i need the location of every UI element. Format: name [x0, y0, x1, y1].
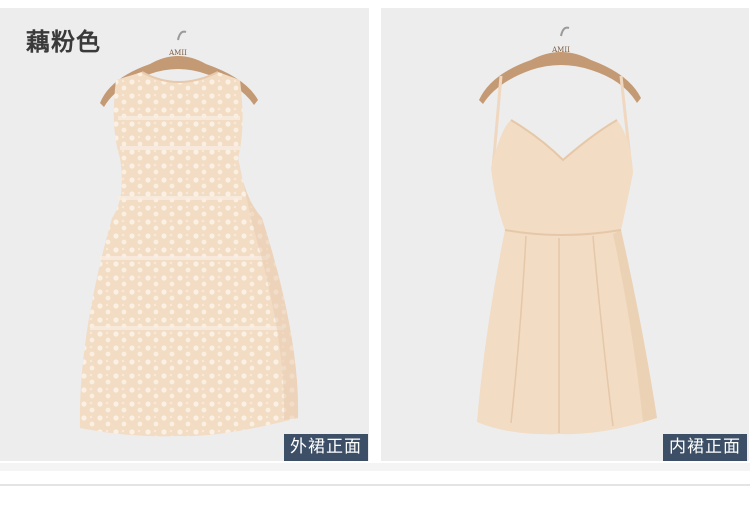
outer-lace-dress-icon: AMII	[79, 30, 299, 437]
outer-dress-caption: 外裙正面	[284, 434, 368, 461]
divider	[0, 463, 750, 471]
svg-text:AMII: AMII	[551, 46, 570, 54]
color-name-label: 藕粉色	[26, 28, 101, 56]
inner-slip-dress-icon: AMII	[477, 26, 657, 435]
outer-dress-photo: AMII 藕粉色 外裙正面	[0, 8, 369, 461]
inner-dress-photo: AMII 内裙正面	[381, 8, 749, 461]
inner-dress-caption: 内裙正面	[663, 434, 747, 461]
divider	[0, 484, 750, 486]
hanger-icon: AMII	[479, 26, 641, 104]
svg-text:AMII: AMII	[168, 49, 187, 57]
